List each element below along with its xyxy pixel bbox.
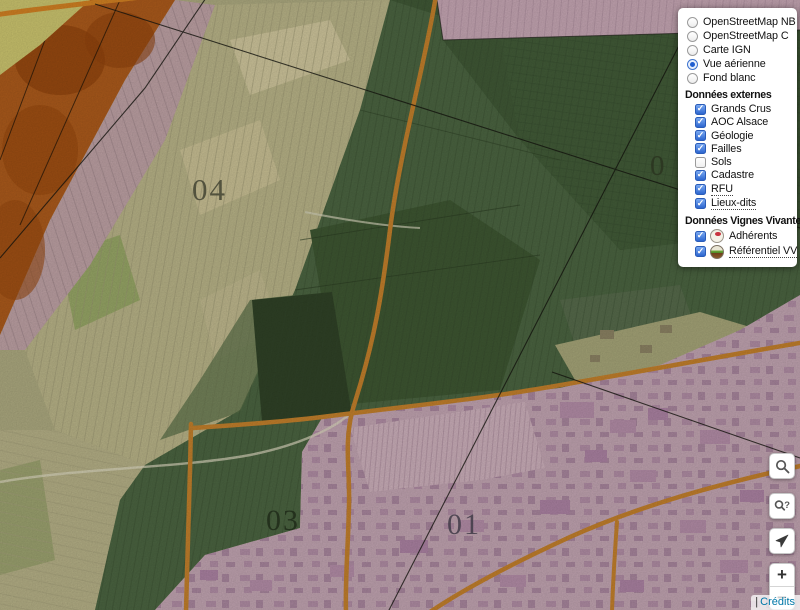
checkbox[interactable] [695, 184, 706, 195]
navigation-arrow-icon [774, 533, 790, 549]
attribution-bar: |Crédits [751, 595, 800, 610]
radio-button[interactable] [687, 31, 698, 42]
svg-text:?: ? [784, 500, 790, 510]
base-layer-label: OpenStreetMap C [703, 30, 789, 42]
overlay-aoc-alsace[interactable]: AOC Alsace [695, 116, 793, 128]
overlay-label-link[interactable]: Référentiel VV [729, 245, 797, 258]
base-layer-fond-blanc[interactable]: Fond blanc [687, 72, 791, 84]
overlay-referentiel-vv[interactable]: Référentiel VV [695, 245, 793, 259]
overlay-cadastre[interactable]: Cadastre [695, 169, 793, 181]
overlay-grands-crus[interactable]: Grands Crus [695, 103, 793, 115]
overlay-lieux-dits[interactable]: Lieux-dits [695, 197, 793, 210]
overlay-label: Sols [711, 156, 732, 168]
external-data-header: Données externes [685, 89, 795, 101]
overlay-sols[interactable]: Sols [695, 156, 793, 168]
base-layer-openstreetmap-nb[interactable]: OpenStreetMap NB [687, 16, 791, 28]
base-layer-label: OpenStreetMap NB [703, 16, 796, 28]
base-layer-carte-ign[interactable]: Carte IGN [687, 44, 791, 56]
zoom-in-button[interactable]: + [770, 564, 794, 586]
overlay-geologie[interactable]: Géologie [695, 130, 793, 142]
base-layer-vue-aerienne[interactable]: Vue aérienne [687, 58, 791, 70]
feature-query-button[interactable]: ? [769, 493, 795, 519]
radio-button[interactable] [687, 73, 698, 84]
base-layer-label: Fond blanc [703, 72, 755, 84]
checkbox[interactable] [695, 117, 706, 128]
overlay-label: Adhérents [729, 230, 777, 242]
base-layer-openstreetmap-c[interactable]: OpenStreetMap C [687, 30, 791, 42]
overlay-adherents[interactable]: Adhérents [695, 229, 793, 243]
checkbox[interactable] [695, 143, 706, 154]
search-button[interactable] [769, 453, 795, 479]
radio-button-selected[interactable] [687, 59, 698, 70]
overlay-label: Géologie [711, 130, 753, 142]
base-layer-label: Carte IGN [703, 44, 751, 56]
overlay-label: AOC Alsace [711, 116, 768, 128]
radio-button[interactable] [687, 45, 698, 56]
layers-control-panel: OpenStreetMap NB OpenStreetMap C Carte I… [678, 8, 797, 267]
adherents-marker-icon [710, 229, 724, 243]
checkbox[interactable] [695, 104, 706, 115]
base-layer-label: Vue aérienne [703, 58, 766, 70]
overlay-label: Cadastre [711, 169, 754, 181]
referentiel-vv-icon [710, 245, 724, 259]
magnifier-icon [774, 458, 791, 475]
locate-me-button[interactable] [769, 528, 795, 554]
checkbox[interactable] [695, 246, 706, 257]
checkbox[interactable] [695, 130, 706, 141]
checkbox[interactable] [695, 198, 706, 209]
radio-button[interactable] [687, 17, 698, 28]
checkbox[interactable] [695, 231, 706, 242]
overlay-label-link[interactable]: RFU [711, 183, 733, 196]
overlay-label: Failles [711, 143, 742, 155]
overlay-label: Grands Crus [711, 103, 771, 115]
checkbox[interactable] [695, 170, 706, 181]
credits-link[interactable]: Crédits [760, 596, 795, 608]
checkbox-unchecked[interactable] [695, 157, 706, 168]
vignes-vivantes-header: Données Vignes Vivantes [685, 215, 795, 227]
map-application: 04 03 01 0 OpenStreetMap NB OpenStreetMa… [0, 0, 800, 610]
overlay-failles[interactable]: Failles [695, 143, 793, 155]
overlay-rfu[interactable]: RFU [695, 183, 793, 196]
overlay-label-link[interactable]: Lieux-dits [711, 197, 756, 210]
magnifier-question-icon: ? [773, 497, 791, 515]
attribution-separator: | [755, 596, 758, 608]
